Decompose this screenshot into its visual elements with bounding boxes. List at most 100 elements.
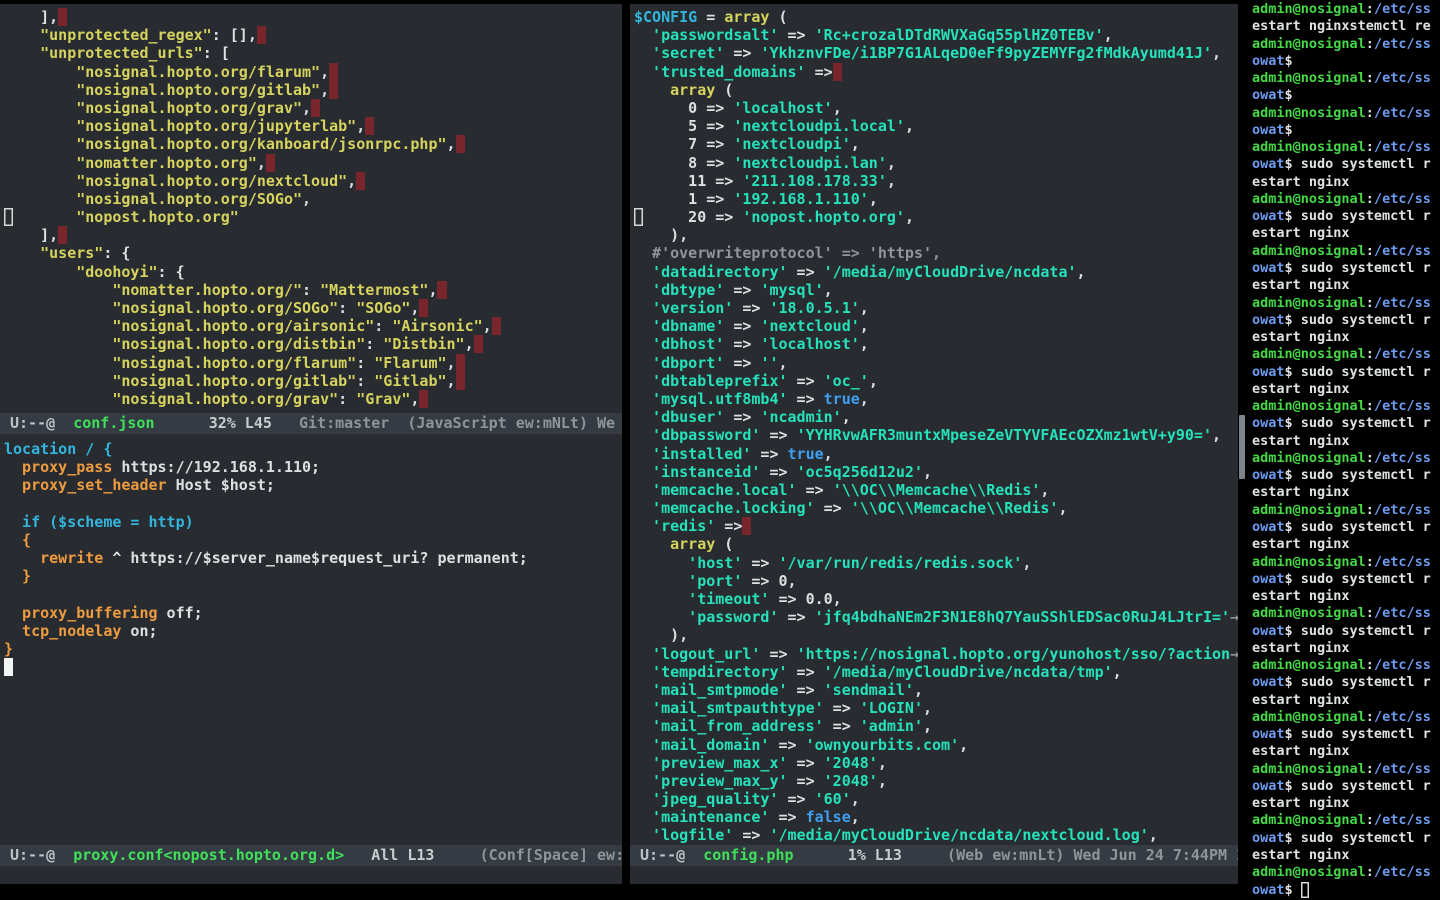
code-text: => <box>733 826 769 844</box>
code-text: 'mysql' <box>760 281 823 299</box>
code-text: "unprotected_urls" <box>4 44 203 62</box>
code-text: 'installed' <box>634 445 751 463</box>
code-line: 'version' => '18.0.5.1', <box>634 299 1238 317</box>
code-text: 1 => <box>634 190 733 208</box>
code-text: 'dbport' <box>634 354 724 372</box>
code-text: owat <box>1252 156 1285 172</box>
code-text: : <box>338 390 356 408</box>
code-text: => <box>788 663 824 681</box>
code-text: , <box>824 281 833 299</box>
code-text: $ <box>1285 87 1293 103</box>
code-text: "unprotected_regex" <box>4 26 212 44</box>
scrollbar-thumb[interactable] <box>1239 415 1245 479</box>
code-text: 'dbname' <box>634 317 724 335</box>
code-text: : <box>1366 761 1374 777</box>
modeline-conf-json[interactable]: U:--@ conf.json 32% L45 Git:master (Java… <box>0 413 622 434</box>
code-text: : <box>1366 812 1374 828</box>
code-text: : <box>1366 1 1374 17</box>
code-text: ], <box>4 226 58 244</box>
code-text: 7 => <box>634 135 733 153</box>
code-line: if ($scheme = http) <box>4 513 622 531</box>
code-text: tcp_nodelay <box>4 622 121 640</box>
code-text: , <box>483 317 492 335</box>
code-text: 'maintenance' <box>634 808 769 826</box>
code-text: 'memcache.local' <box>634 481 797 499</box>
terminal-line: estart nginx <box>1252 277 1440 294</box>
code-line: "nosignal.hopto.org/gitlab": "Gitlab", <box>4 372 622 390</box>
code-text: owat <box>1252 571 1285 587</box>
emacs-left-frame: ], "unprotected_regex": [], "unprotected… <box>0 4 622 884</box>
code-text: '\\OC\\Memcache\\Redis' <box>833 481 1041 499</box>
code-text: : <box>356 372 374 390</box>
terminal-line: estart nginx <box>1252 536 1440 553</box>
code-text: /etc/ss <box>1374 605 1431 621</box>
trailing-whitespace-marker <box>833 63 842 81</box>
code-text: 'datadirectory' <box>634 263 788 281</box>
code-line: 0 => 'localhost', <box>634 99 1238 117</box>
code-text: 'jfq4bdhaNEm2F3N1E8hQ7YauSShlEDSac0RuJ4L… <box>815 608 1230 626</box>
terminal-line: admin@nosignal:/etc/ss <box>1252 761 1440 778</box>
code-text: , <box>779 354 788 372</box>
code-text: /etc/ss <box>1374 346 1431 362</box>
code-text: 'https://nosignal.hopto.org/yunohost/sso… <box>797 645 1230 663</box>
code-line: { <box>4 531 622 549</box>
code-text: estart nginx <box>1252 225 1350 241</box>
code-text: : <box>1366 605 1374 621</box>
code-text: => <box>779 608 815 626</box>
code-text: => <box>815 499 851 517</box>
code-text: $ sudo systemctl r <box>1285 830 1431 846</box>
code-text: , <box>447 372 456 390</box>
code-text: => <box>824 699 860 717</box>
terminal-line: admin@nosignal:/etc/ss <box>1252 864 1440 881</box>
code-text: => <box>715 517 742 535</box>
code-text: if ($scheme = http) <box>4 513 194 531</box>
code-text: '\\OC\\Memcache\\Redis' <box>851 499 1059 517</box>
code-text: , <box>257 154 266 172</box>
code-text: /etc/ss <box>1374 812 1431 828</box>
code-text: /etc/ss <box>1374 554 1431 570</box>
code-text: "Gitlab" <box>374 372 446 390</box>
terminal-line: owat$ sudo systemctl r <box>1252 260 1440 277</box>
code-text: : <box>1366 243 1374 259</box>
code-text: => <box>788 263 824 281</box>
code-text: 'timeout' <box>634 590 769 608</box>
terminal-line: owat$ sudo systemctl r <box>1252 415 1440 432</box>
editor-window-conf-json[interactable]: ], "unprotected_regex": [], "unprotected… <box>0 4 622 413</box>
terminal-line: admin@nosignal:/etc/ss <box>1252 295 1440 312</box>
code-text: ( <box>769 8 787 26</box>
code-line: 'installed' => true, <box>634 445 1238 463</box>
scrollbar-track[interactable] <box>1238 0 1246 900</box>
code-text: /etc/ss <box>1374 450 1431 466</box>
code-text: , <box>824 445 833 463</box>
editor-window-proxy-conf[interactable]: location / { proxy_pass https://192.168.… <box>0 434 622 845</box>
code-text: { <box>4 531 31 549</box>
code-text: } <box>4 640 13 658</box>
code-line: 'dbtableprefix' => 'oc_', <box>634 372 1238 390</box>
code-line: "nosignal.hopto.org/SOGo": "SOGo", <box>4 299 622 317</box>
code-text: rewrite <box>4 549 103 567</box>
code-text: $ <box>1285 122 1293 138</box>
code-text: 'dbpassword' <box>634 426 760 444</box>
modeline-proxy-conf[interactable]: U:--@ proxy.conf<nopost.hopto.org.d> All… <box>0 845 622 866</box>
modeline-text: U:--@ config.php 1% L13 (Web ew:mnLt) We… <box>640 845 1238 866</box>
editor-window-config-php[interactable]: $CONFIG = array ( 'passwordsalt' => 'Rc+… <box>630 4 1238 845</box>
modeline-config-php[interactable]: U:--@ config.php 1% L13 (Web ew:mnLt) We… <box>630 845 1238 866</box>
terminal-line: owat$ <box>1252 882 1440 899</box>
code-text: conf.json <box>73 414 154 432</box>
code-text: 8 => <box>634 154 733 172</box>
code-text: $CONFIG <box>634 8 697 26</box>
terminal-pane[interactable]: admin@nosignal:/etc/ssestart nginxstemct… <box>1246 0 1440 900</box>
code-text: "nosignal.hopto.org/distbin" <box>4 335 365 353</box>
terminal-line: owat$ sudo systemctl r <box>1252 519 1440 536</box>
code-text: : <box>1366 864 1374 880</box>
code-text: , <box>320 63 329 81</box>
code-text: /etc/ss <box>1374 191 1431 207</box>
code-text: , <box>905 117 914 135</box>
code-line: 1 => '192.168.1.110', <box>634 190 1238 208</box>
code-line: 'host' => '/var/run/redis/redis.sock', <box>634 554 1238 572</box>
code-text: => <box>724 408 760 426</box>
trailing-whitespace-marker <box>456 354 465 372</box>
code-line: 'trusted_domains' => <box>634 63 1238 81</box>
code-line: 8 => 'nextcloudpi.lan', <box>634 154 1238 172</box>
code-text: , <box>833 99 842 117</box>
